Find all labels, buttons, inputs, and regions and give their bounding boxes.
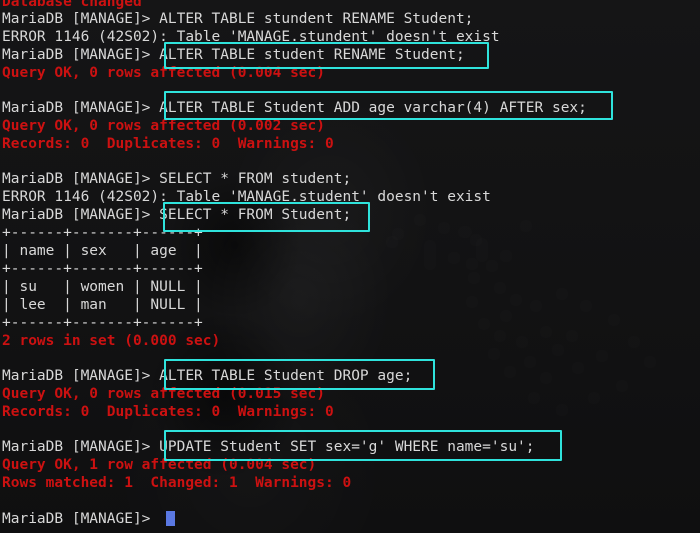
terminal-line: +------+-------+------+ — [2, 315, 203, 331]
terminal-result-line: Query OK, 0 rows affected (0.002 sec) — [2, 118, 326, 134]
terminal-line: MariaDB [MANAGE]> SELECT * FROM Student; — [2, 207, 352, 223]
terminal-cursor[interactable] — [166, 511, 175, 526]
terminal-line: +------+-------+------+ — [2, 261, 203, 277]
terminal-result-line: Query OK, 1 row affected (0.004 sec) — [2, 457, 317, 473]
terminal-result-line: Records: 0 Duplicates: 0 Warnings: 0 — [2, 404, 334, 420]
terminal-line: ERROR 1146 (42S02): Table 'MANAGE.stunde… — [2, 29, 500, 45]
terminal-line: MariaDB [MANAGE]> ALTER TABLE Student AD… — [2, 100, 587, 116]
terminal-result-line: Rows matched: 1 Changed: 1 Warnings: 0 — [2, 475, 352, 491]
terminal-line: MariaDB [MANAGE]> ALTER TABLE student RE… — [2, 47, 465, 63]
terminal-line: | name | sex | age | — [2, 243, 203, 259]
terminal-line: | su | women | NULL | — [2, 279, 203, 295]
terminal-result-line: Query OK, 0 rows affected (0.004 sec) — [2, 65, 326, 81]
terminal-line: MariaDB [MANAGE]> — [2, 511, 160, 527]
terminal-window[interactable]: Database changed MariaDB [MANAGE]> ALTER … — [0, 0, 700, 533]
terminal-result-line: Query OK, 0 rows affected (0.015 sec) — [2, 386, 326, 402]
terminal-line: MariaDB [MANAGE]> UPDATE Student SET sex… — [2, 439, 535, 455]
terminal-line: ERROR 1146 (42S02): Table 'MANAGE.studen… — [2, 189, 491, 205]
terminal-result-line: 2 rows in set (0.000 sec) — [2, 333, 221, 349]
terminal-line: MariaDB [MANAGE]> SELECT * FROM student; — [2, 171, 352, 187]
terminal-line: MariaDB [MANAGE]> ALTER TABLE stundent R… — [2, 11, 474, 27]
terminal-result-line: Records: 0 Duplicates: 0 Warnings: 0 — [2, 136, 334, 152]
terminal-line: MariaDB [MANAGE]> ALTER TABLE Student DR… — [2, 368, 413, 384]
terminal-line: +------+-------+------+ — [2, 225, 203, 241]
terminal-line: | lee | man | NULL | — [2, 297, 203, 313]
terminal-output[interactable]: Database changed MariaDB [MANAGE]> ALTER … — [0, 0, 700, 533]
